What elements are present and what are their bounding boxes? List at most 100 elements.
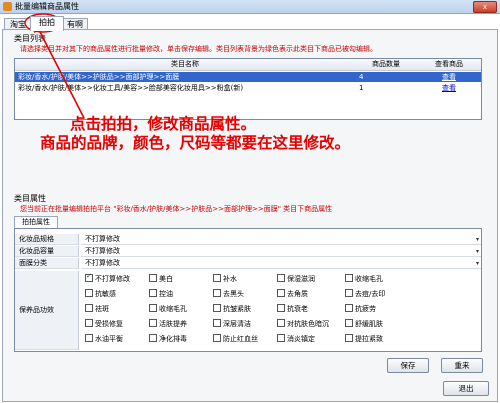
effect-checkbox-label: 收缩毛孔 bbox=[355, 275, 383, 283]
effect-checkbox[interactable]: 保湿滋润 bbox=[277, 274, 315, 284]
field-label-effects: 保养品功效 bbox=[15, 271, 79, 350]
checkbox-icon[interactable] bbox=[345, 289, 353, 297]
effect-checkbox[interactable]: 活肤提养 bbox=[149, 319, 187, 329]
checkbox-icon[interactable] bbox=[213, 319, 221, 327]
effect-checkbox[interactable]: 消炎镇定 bbox=[277, 334, 315, 344]
effect-checkbox-label: 受损修复 bbox=[95, 320, 123, 328]
spec-select[interactable]: 不打算修改 ▾ bbox=[81, 234, 481, 245]
effect-checkbox-label: 收缩毛孔 bbox=[159, 305, 187, 313]
effect-checkbox[interactable]: 不打算修改 bbox=[85, 272, 130, 284]
effect-checkbox-label: 美白 bbox=[159, 275, 173, 283]
effect-checkbox[interactable]: 补水 bbox=[213, 274, 237, 284]
effect-checkbox[interactable]: 对抗肤色暗沉 bbox=[277, 319, 329, 329]
mask-type-select-value: 不打算修改 bbox=[85, 259, 120, 267]
checkbox-icon[interactable] bbox=[213, 334, 221, 342]
title-bar: 批量编辑商品属性 x bbox=[0, 0, 500, 14]
category-table: 类目名称 商品数量 查看商品 彩妆/香水/护肤/美体>>护肤品>>面部护理>>面… bbox=[14, 58, 482, 120]
checkbox-icon[interactable] bbox=[149, 304, 157, 312]
annotation-text: 点击拍拍，修改商品属性。 商品的品牌，颜色，尺码等都要在这里修改。 bbox=[40, 115, 480, 153]
save-button[interactable]: 保存 bbox=[387, 358, 429, 373]
effect-checkbox[interactable]: 净化排毒 bbox=[149, 334, 187, 344]
window-close-button[interactable]: x bbox=[473, 1, 497, 13]
effect-checkbox[interactable]: 美白 bbox=[149, 274, 173, 284]
checkbox-icon[interactable] bbox=[85, 304, 93, 312]
effect-checkbox-label: 不打算修改 bbox=[95, 275, 130, 283]
effect-checkbox-label: 净化排毒 bbox=[159, 335, 187, 343]
table-row[interactable]: 彩妆/香水/护肤/美体>>化妆工具/美容>>脸部美容化妆用具>>粉盒(新) 1 … bbox=[15, 83, 481, 93]
table-row[interactable]: 彩妆/香水/护肤/美体>>护肤品>>面部护理>>面膜 4 查看 bbox=[15, 72, 481, 82]
effect-checkbox[interactable]: 提拉紧致 bbox=[345, 334, 383, 344]
dropdown-arrow-icon: ▾ bbox=[475, 248, 479, 255]
checkbox-icon[interactable] bbox=[277, 304, 285, 312]
window-title: 批量编辑商品属性 bbox=[15, 2, 79, 11]
effect-checkbox-label: 活肤提养 bbox=[159, 320, 187, 328]
checkbox-icon[interactable] bbox=[213, 304, 221, 312]
checkbox-icon[interactable] bbox=[85, 319, 93, 327]
view-products-link[interactable]: 查看 bbox=[442, 72, 472, 82]
row-count: 4 bbox=[359, 73, 364, 81]
checkbox-icon[interactable] bbox=[85, 334, 93, 342]
effect-checkbox-label: 抗皱紧肤 bbox=[223, 305, 251, 313]
reset-button[interactable]: 重来 bbox=[441, 358, 483, 373]
checkbox-icon[interactable] bbox=[85, 272, 93, 282]
effect-checkbox[interactable]: 去黑头 bbox=[213, 289, 244, 299]
property-grid: 化妆品规格 不打算修改 ▾ 化妆品容量 不打算修改 ▾ 面膜分类 不打算修改 ▾… bbox=[14, 228, 482, 352]
effect-checkbox-label: 水油平衡 bbox=[95, 335, 123, 343]
effect-checkbox[interactable]: 祛斑 bbox=[85, 304, 109, 314]
checkbox-icon[interactable] bbox=[149, 319, 157, 327]
property-hint: 您当前正在批量编辑拍拍平台 "彩妆/香水/护肤/美体>>护肤品>>面部护理>>面… bbox=[20, 205, 333, 213]
effect-checkbox[interactable]: 去痘/去印 bbox=[345, 289, 385, 299]
effect-checkbox-label: 抗衰老 bbox=[287, 305, 308, 313]
effect-checkbox-label: 舒缓肌肤 bbox=[355, 320, 383, 328]
row-category-name: 彩妆/香水/护肤/美体>>化妆工具/美容>>脸部美容化妆用具>>粉盒(新) bbox=[18, 84, 244, 92]
effect-checkbox[interactable]: 水油平衡 bbox=[85, 334, 123, 344]
checkbox-icon[interactable] bbox=[345, 304, 353, 312]
row-count: 1 bbox=[359, 84, 364, 92]
effect-checkbox-label: 去黑头 bbox=[223, 290, 244, 298]
effect-checkbox-label: 去痘/去印 bbox=[355, 290, 386, 298]
checkbox-icon[interactable] bbox=[85, 289, 93, 297]
field-label-capacity: 化妆品容量 bbox=[15, 246, 79, 257]
effect-checkbox-label: 抗疲劳 bbox=[355, 305, 376, 313]
mask-type-select[interactable]: 不打算修改 ▾ bbox=[81, 258, 481, 269]
effect-checkbox-label: 消炎镇定 bbox=[287, 335, 315, 343]
effect-checkbox[interactable]: 抗敏感 bbox=[85, 289, 116, 299]
effect-checkbox-label: 防止红血丝 bbox=[223, 335, 258, 343]
capacity-select[interactable]: 不打算修改 ▾ bbox=[81, 246, 481, 257]
checkbox-icon[interactable] bbox=[213, 289, 221, 297]
effect-checkbox[interactable]: 控油 bbox=[149, 289, 173, 299]
effect-checkbox[interactable]: 舒缓肌肤 bbox=[345, 319, 383, 329]
exit-button[interactable]: 退出 bbox=[443, 381, 489, 396]
effect-checkbox[interactable]: 抗衰老 bbox=[277, 304, 308, 314]
checkbox-icon[interactable] bbox=[345, 274, 353, 282]
effect-checkbox-label: 祛斑 bbox=[95, 305, 109, 313]
view-products-link[interactable]: 查看 bbox=[442, 83, 472, 93]
checkbox-icon[interactable] bbox=[149, 289, 157, 297]
effect-checkbox[interactable]: 抗皱紧肤 bbox=[213, 304, 251, 314]
effect-checkbox[interactable]: 防止红血丝 bbox=[213, 334, 258, 344]
checkbox-icon[interactable] bbox=[149, 274, 157, 282]
dropdown-arrow-icon: ▾ bbox=[475, 236, 479, 243]
checkbox-icon[interactable] bbox=[345, 334, 353, 342]
tab-paipai[interactable]: 拍拍 bbox=[30, 16, 64, 31]
effect-checkbox-label: 对抗肤色暗沉 bbox=[287, 320, 329, 328]
app-icon bbox=[3, 2, 12, 11]
checkbox-icon[interactable] bbox=[149, 334, 157, 342]
effect-checkbox[interactable]: 去角质 bbox=[277, 289, 308, 299]
effect-checkbox[interactable]: 深层清洁 bbox=[213, 319, 251, 329]
checkbox-icon[interactable] bbox=[277, 289, 285, 297]
effect-checkbox[interactable]: 收缩毛孔 bbox=[149, 304, 187, 314]
effect-checkbox-label: 补水 bbox=[223, 275, 237, 283]
category-hint: 请选择类目并对其下的商品属性进行批量修改，单击保存编辑。类目列表背景为绿色表示此… bbox=[20, 45, 377, 53]
checkbox-icon[interactable] bbox=[213, 274, 221, 282]
effect-checkbox[interactable]: 抗疲劳 bbox=[345, 304, 376, 314]
category-group-title: 类目列表 bbox=[14, 34, 46, 43]
checkbox-icon[interactable] bbox=[277, 274, 285, 282]
effect-checkbox[interactable]: 受损修复 bbox=[85, 319, 123, 329]
tab-paipai-attributes[interactable]: 拍拍属性 bbox=[14, 216, 58, 228]
effect-checkbox[interactable]: 收缩毛孔 bbox=[345, 274, 383, 284]
effect-checkbox-label: 去角质 bbox=[287, 290, 308, 298]
checkbox-icon[interactable] bbox=[345, 319, 353, 327]
checkbox-icon[interactable] bbox=[277, 319, 285, 327]
checkbox-icon[interactable] bbox=[277, 334, 285, 342]
